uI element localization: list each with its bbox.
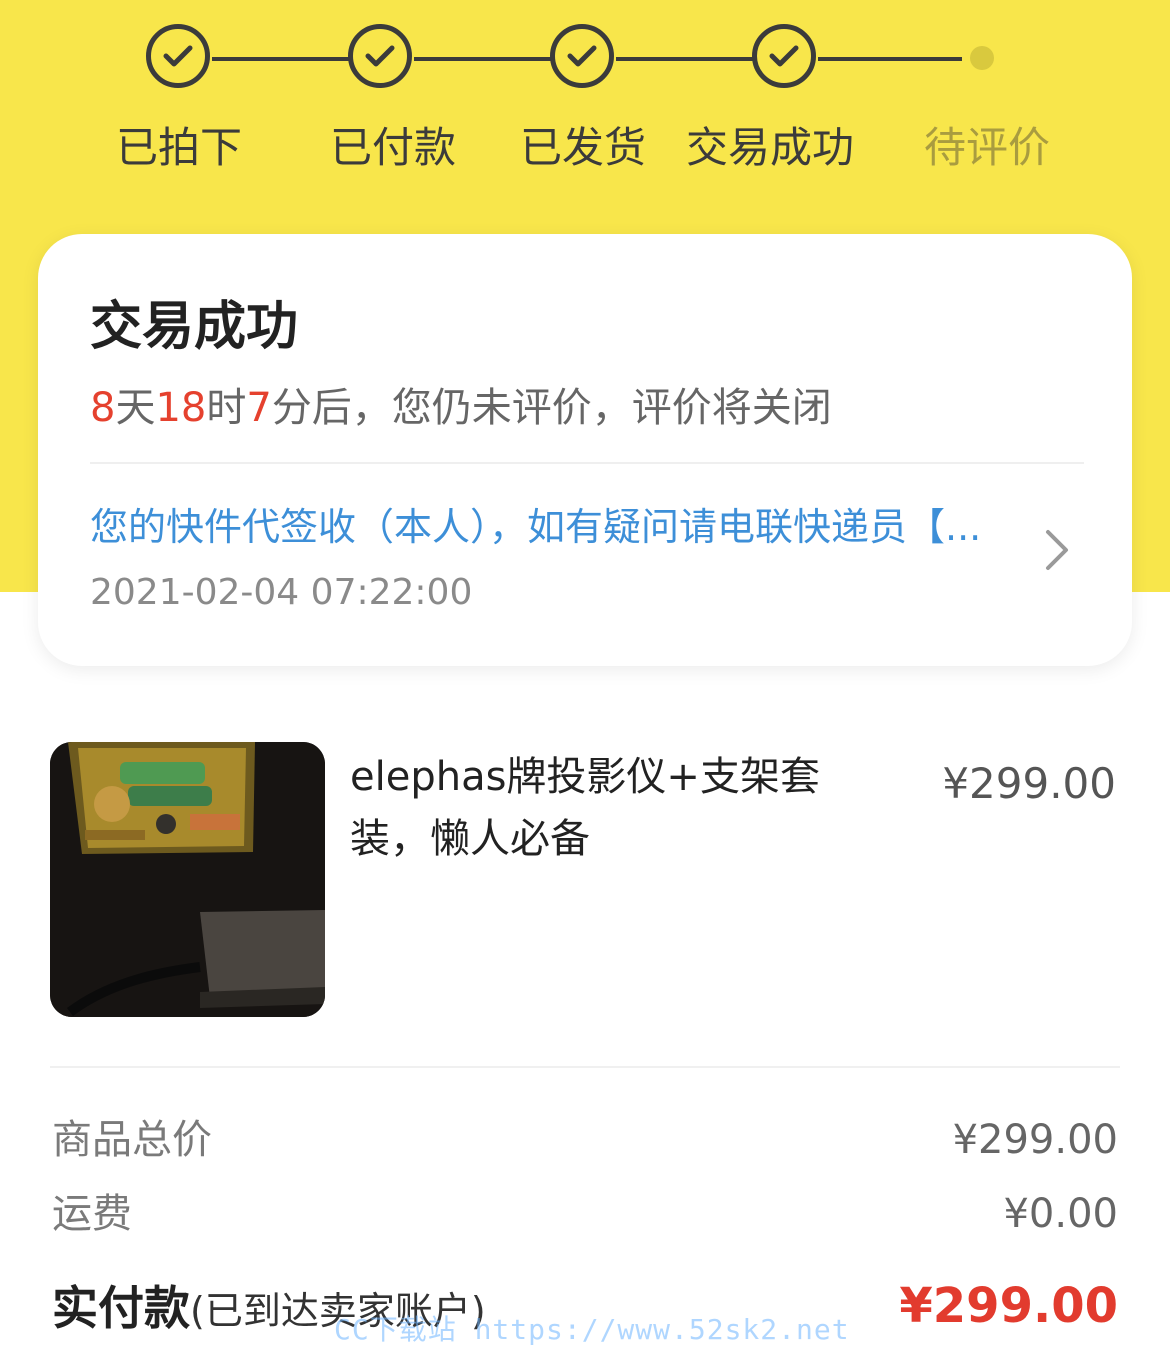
- countdown-minutes: 7: [246, 385, 272, 431]
- order-progress-bar: 已拍下 已付款 已发货 交易成功 待评价: [0, 0, 1170, 200]
- step-check-icon: [146, 24, 210, 88]
- subtotal-label: 商品总价: [52, 1117, 212, 1163]
- chevron-right-icon[interactable]: [1038, 526, 1074, 574]
- progress-track-segment: [212, 57, 352, 61]
- step-check-icon: [348, 24, 412, 88]
- order-status-card: 交易成功 8天18时7分后，您仍未评价，评价将关闭 您的快件代签收（本人），如有…: [38, 234, 1132, 666]
- step-label-paid: 已付款: [330, 123, 457, 172]
- logistics-timestamp: 2021-02-04 07:22:00: [90, 572, 473, 613]
- amount-paid-value: ¥299.00: [899, 1278, 1118, 1334]
- subtotal-value: ¥299.00: [952, 1117, 1118, 1163]
- logistics-update-link[interactable]: 您的快件代签收（本人），如有疑问请电联快递员【...: [90, 500, 990, 554]
- progress-track-segment: [818, 57, 962, 61]
- step-check-icon: [550, 24, 614, 88]
- product-price: ¥299.00: [942, 759, 1116, 808]
- step-label-shipped: 已发货: [520, 123, 647, 172]
- card-divider: [90, 462, 1084, 464]
- product-thumbnail[interactable]: [50, 742, 325, 1017]
- shipping-label: 运费: [52, 1191, 132, 1237]
- order-status-title: 交易成功: [90, 297, 299, 357]
- step-label-completed: 交易成功: [686, 123, 855, 172]
- amount-paid-title: 实付款: [52, 1281, 190, 1335]
- countdown-days: 8: [90, 385, 116, 431]
- countdown-hours-unit: 时: [206, 385, 247, 431]
- product-title[interactable]: elephas牌投影仪+支架套装，懒人必备: [350, 746, 870, 870]
- step-label-to-review: 待评价: [924, 123, 1051, 172]
- step-pending-dot-icon: [970, 46, 994, 70]
- shipping-value: ¥0.00: [1003, 1191, 1118, 1237]
- progress-track-segment: [616, 57, 756, 61]
- site-watermark: CC下载站 https://www.52sk2.net: [334, 1313, 850, 1346]
- section-divider: [50, 1066, 1120, 1068]
- review-countdown: 8天18时7分后，您仍未评价，评价将关闭: [90, 380, 832, 436]
- countdown-hours: 18: [155, 385, 207, 431]
- step-check-icon: [752, 24, 816, 88]
- step-label-ordered: 已拍下: [116, 123, 243, 172]
- countdown-days-unit: 天: [115, 385, 156, 431]
- progress-track-segment: [414, 57, 554, 61]
- countdown-suffix: 分后，您仍未评价，评价将关闭: [271, 385, 832, 431]
